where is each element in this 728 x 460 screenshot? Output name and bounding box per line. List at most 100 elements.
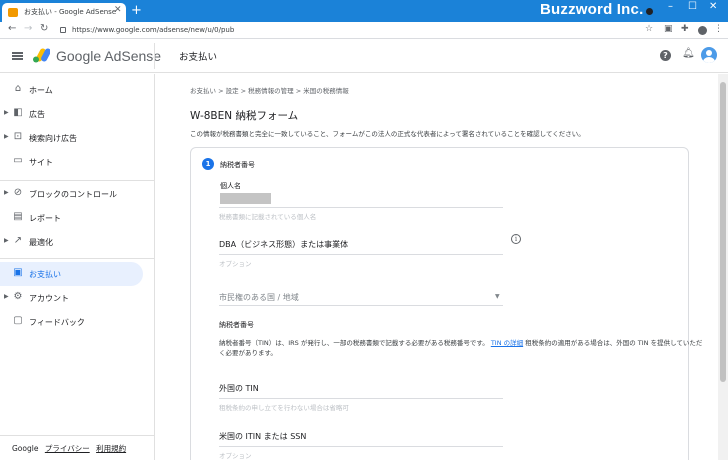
watermark: Buzzword Inc.: [540, 1, 644, 18]
home-icon: ⌂: [14, 83, 22, 94]
privacy-link[interactable]: プライバシー: [45, 444, 90, 453]
expand-caret-icon: ▶: [4, 189, 9, 196]
sidebar-item-ads[interactable]: ▶ ◧ 広告: [0, 102, 143, 126]
reports-icon: ▤: [13, 211, 23, 222]
help-icon[interactable]: ?: [660, 50, 671, 61]
close-window-button[interactable]: ✕: [709, 2, 717, 12]
tab-title: お支払い - Google AdSense: [24, 8, 117, 16]
main-scrollbar[interactable]: [718, 74, 728, 460]
back-arrow-icon[interactable]: ←: [8, 24, 16, 34]
sidebar-item-label: レポート: [29, 214, 61, 223]
sidebar-divider: [0, 435, 154, 436]
address-bar[interactable]: https://www.google.com/adsense/new/u/0/p…: [72, 26, 234, 34]
gear-icon: ⚙: [13, 291, 23, 302]
sidebar-item-label: ホーム: [29, 86, 53, 95]
sidebar-divider: [0, 258, 154, 259]
puzzle-icon[interactable]: ✚: [681, 25, 689, 34]
individual-name-value: [220, 193, 271, 204]
avatar[interactable]: [701, 47, 717, 63]
sidebar-item-label: サイト: [29, 158, 53, 167]
expand-caret-icon: ▶: [4, 293, 9, 300]
sidebar-item-feedback[interactable]: ▢ フィードバック: [0, 310, 143, 334]
expand-caret-icon: ▶: [4, 109, 9, 116]
terms-link[interactable]: 利用規約: [96, 444, 126, 453]
tin-description-text: 納税者番号（TIN）は、IRS が発行し、一部の税務書類で記載する必要がある税務…: [219, 339, 489, 347]
search-ads-icon: ⊡: [13, 131, 23, 142]
block-icon: ⊘: [13, 187, 23, 198]
form-description: この情報が税務書類と完全に一致していること、フォームがこの法人の正式な代表者によ…: [190, 130, 585, 138]
individual-name-hint: 税務書類に記載されている個人名: [219, 213, 317, 221]
sites-icon: ▭: [13, 155, 23, 166]
sidebar-item-label: 検索向け広告: [29, 134, 77, 143]
browser-tab[interactable]: お支払い - Google AdSense ✕: [2, 3, 126, 22]
foreign-tin-hint: 租税条約の申し立てを行わない場合は省略可: [219, 404, 349, 412]
foreign-tin-field[interactable]: 外国の TIN: [219, 383, 259, 394]
menu-icon[interactable]: [12, 52, 23, 60]
us-itin-ssn-field[interactable]: 米国の ITIN または SSN: [219, 431, 306, 442]
sidebar-item-account[interactable]: ▶ ⚙ アカウント: [0, 286, 143, 310]
dba-field[interactable]: DBA（ビジネス形態）または事業体: [219, 239, 348, 250]
optimization-icon: ↗: [13, 235, 23, 246]
dba-underline: [219, 254, 503, 255]
sidebar-item-label: アカウント: [29, 294, 69, 303]
minimize-button[interactable]: –: [668, 2, 673, 12]
ads-icon: ◧: [13, 107, 23, 118]
sidebar-item-payments[interactable]: ▣ お支払い: [0, 262, 143, 286]
form-title: W-8BEN 納税フォーム: [190, 110, 299, 122]
breadcrumb[interactable]: お支払い > 設定 > 税務情報の管理 > 米国の税務情報: [190, 85, 349, 95]
new-tab-button[interactable]: +: [131, 4, 142, 17]
sidebar-item-home[interactable]: ⌂ ホーム: [0, 78, 143, 102]
footer-brand: Google: [12, 444, 39, 453]
browser-titlebar: お支払い - Google AdSense ✕ + Buzzword Inc. …: [0, 0, 728, 22]
browser-profile-icon[interactable]: [698, 26, 707, 35]
step-number-badge: 1: [202, 158, 214, 170]
step-title: 納税者番号: [220, 161, 255, 169]
lock-icon: [60, 27, 66, 33]
record-dot-icon: [646, 8, 653, 15]
sidebar-item-search-ads[interactable]: ▶ ⊡ 検索向け広告: [0, 126, 143, 150]
sidebar-item-label: フィードバック: [29, 318, 85, 327]
adsense-logo-icon: [33, 48, 50, 63]
sidebar-item-reports[interactable]: ▤ レポート: [0, 206, 143, 230]
scrollbar-thumb[interactable]: [720, 82, 726, 382]
tin-description: 納税者番号（TIN）は、IRS が発行し、一部の税務書類で記載する必要がある税務…: [219, 338, 704, 358]
maximize-button[interactable]: ☐: [688, 2, 697, 12]
individual-name-underline: [219, 207, 503, 208]
notifications-bell-icon[interactable]: 🔔︎: [682, 49, 695, 59]
page-title: お支払い: [179, 52, 218, 63]
reload-icon[interactable]: ↻: [40, 24, 48, 34]
brand-name: Google AdSense: [56, 48, 162, 64]
star-icon[interactable]: ☆: [645, 25, 653, 34]
extension-icon[interactable]: ▣: [664, 25, 673, 34]
sidebar-item-label: 広告: [29, 110, 45, 119]
foreign-tin-underline: [219, 398, 503, 399]
sidebar: ⌂ ホーム ▶ ◧ 広告 ▶ ⊡ 検索向け広告 ▭ サイト ▶ ⊘ ブロックのコ…: [0, 74, 155, 460]
info-icon[interactable]: i: [511, 234, 521, 244]
dropdown-caret-icon[interactable]: ▼: [495, 294, 500, 300]
sidebar-item-label: お支払い: [29, 270, 61, 279]
tin-details-link[interactable]: TIN の詳細: [491, 339, 523, 347]
tin-section-label: 納税者番号: [219, 321, 254, 329]
citizenship-underline: [219, 305, 503, 306]
sidebar-item-sites[interactable]: ▭ サイト: [0, 150, 143, 174]
header-divider: [154, 43, 155, 69]
app-header: Google AdSense お支払い ? 🔔︎: [0, 39, 728, 73]
adsense-favicon-icon: [8, 8, 18, 17]
individual-name-label: 個人名: [220, 182, 241, 190]
payments-icon: ▣: [13, 267, 23, 278]
us-itin-underline: [219, 446, 503, 447]
dba-hint: オプション: [219, 260, 252, 268]
browser-toolbar: ← → ↻ https://www.google.com/adsense/new…: [0, 22, 728, 39]
sidebar-divider: [0, 180, 154, 181]
tab-close-icon[interactable]: ✕: [114, 6, 122, 15]
sidebar-item-block-controls[interactable]: ▶ ⊘ ブロックのコントロール: [0, 182, 143, 206]
sidebar-item-label: ブロックのコントロール: [29, 190, 117, 199]
feedback-icon: ▢: [13, 315, 23, 326]
sidebar-item-label: 最適化: [29, 238, 53, 247]
citizenship-country-select[interactable]: 市民権のある国 / 地域: [219, 292, 299, 303]
sidebar-footer: Google プライバシー 利用規約: [12, 443, 126, 454]
expand-caret-icon: ▶: [4, 237, 9, 244]
browser-menu-icon[interactable]: ⋮: [714, 25, 723, 34]
forward-arrow-icon[interactable]: →: [24, 24, 32, 34]
sidebar-item-optimization[interactable]: ▶ ↗ 最適化: [0, 230, 143, 254]
